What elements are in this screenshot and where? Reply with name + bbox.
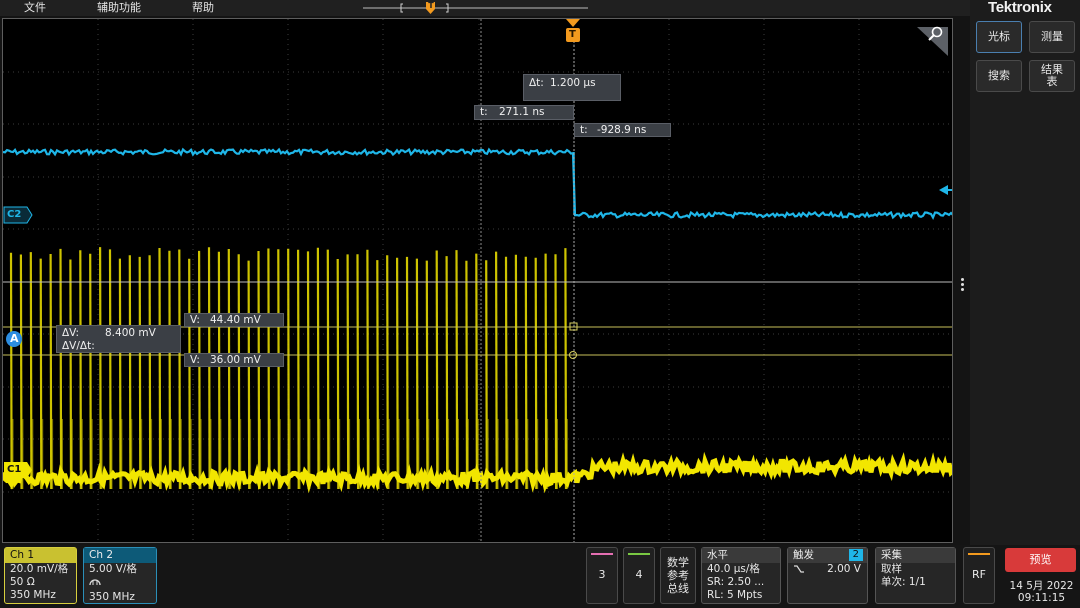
zoom-icon[interactable] <box>928 26 944 42</box>
cursor-a-volt-label: V: <box>190 314 200 326</box>
rf-button[interactable]: RF <box>963 547 995 604</box>
delta-t-label: Δt: <box>529 77 544 89</box>
ch1-label: C1 <box>7 464 22 475</box>
cursor-b-time-readout: t: -928.9 ns <box>574 123 671 137</box>
trigger-badge[interactable]: 触发 2 2.00 V <box>787 547 868 604</box>
math-label: 数学 <box>667 556 689 569</box>
delta-v-slope-label: ΔV/Δt: <box>62 340 95 352</box>
measure-button-label: 测量 <box>1041 30 1063 43</box>
acquisition-title: 采集 <box>876 548 955 563</box>
trigger-position-bar[interactable]: T <box>360 0 592 16</box>
cursor-a-time-value: 271.1 ns <box>499 106 545 118</box>
ch1-badge[interactable]: Ch 1 20.0 mV/格 50 Ω 350 MHz <box>4 547 77 604</box>
tektronix-logo: Tektronix <box>988 0 1052 16</box>
rf-button-label: RF <box>972 568 986 581</box>
panel-collapse-handle[interactable] <box>958 276 966 296</box>
delta-v-value: 8.400 mV <box>105 327 156 339</box>
preview-button-label: 预览 <box>1029 553 1052 566</box>
trigger-title: 触发 <box>793 549 814 561</box>
preview-button[interactable]: 预览 <box>1005 548 1076 572</box>
trigger-label: T <box>569 29 576 40</box>
search-button-label: 搜索 <box>988 69 1010 82</box>
cursor-a-volt-value: 44.40 mV <box>210 314 261 326</box>
results-button-label-2: 表 <box>1046 75 1058 88</box>
cursor-a-time-readout: t: 271.1 ns <box>474 105 574 120</box>
ch1-bandwidth: 350 MHz <box>10 589 56 601</box>
trigger-level-arrow <box>939 185 948 195</box>
trigger-position-marker-label: T <box>428 1 434 10</box>
horizontal-badge[interactable]: 水平 40.0 μs/格 SR: 2.50 ... RL: 5 Mpts <box>701 547 781 604</box>
search-button[interactable]: 搜索 <box>976 60 1022 92</box>
ch4-button-label: 4 <box>635 568 643 581</box>
cursor-button[interactable]: 光标 <box>976 21 1022 53</box>
ch4-button[interactable]: 4 <box>623 547 655 604</box>
falling-edge-icon <box>793 564 805 574</box>
ref-label: 参考 <box>667 569 689 582</box>
horizontal-record-length: RL: 5 Mpts <box>707 589 763 601</box>
delta-v-label: ΔV: <box>62 327 80 339</box>
menu-accessibility[interactable]: 辅助功能 <box>97 0 141 16</box>
ch2-badge-title: Ch 2 <box>84 548 156 563</box>
cursor-a-time-label: t: <box>480 106 488 118</box>
ch2-badge[interactable]: Ch 2 5.00 V/格 350 MHz <box>83 547 157 604</box>
horizontal-scale: 40.0 μs/格 <box>707 563 760 575</box>
cursor-a-volt-readout: V: 44.40 mV <box>184 313 284 327</box>
waveform-graticule <box>3 19 952 542</box>
acquisition-badge[interactable]: 采集 取样 单次: 1/1 <box>875 547 956 604</box>
ch1-waveform <box>3 247 952 494</box>
cursor-source-label: A <box>10 332 19 345</box>
date-display: 14 5月 2022 <box>1009 580 1074 592</box>
delta-t-value: 1.200 μs <box>550 77 596 89</box>
ch2-scale: 5.00 V/格 <box>89 563 137 575</box>
horizontal-title: 水平 <box>702 548 780 563</box>
ch2-label: C2 <box>7 209 22 220</box>
ch1-badge-title: Ch 1 <box>5 548 76 563</box>
cursor-button-label: 光标 <box>988 30 1010 43</box>
ch3-button-label: 3 <box>598 568 606 581</box>
bus-label: 总线 <box>667 582 689 595</box>
results-table-button[interactable]: 结果表 <box>1029 60 1075 92</box>
delta-v-readout: ΔV: 8.400 mV ΔV/Δt: <box>56 325 181 353</box>
trigger-level: 2.00 V <box>827 563 861 575</box>
ch1-scale: 20.0 mV/格 <box>10 563 69 575</box>
ch2-bandwidth: 350 MHz <box>89 591 135 603</box>
trigger-source: 2 <box>848 549 863 561</box>
menu-file[interactable]: 文件 <box>24 0 46 16</box>
trigger-time-marker <box>566 19 580 27</box>
ch2-waveform <box>3 147 952 221</box>
cursor-b-time-label: t: <box>580 124 588 136</box>
acquisition-mode: 取样 <box>881 563 902 575</box>
cursor-b-volt-label: V: <box>190 354 200 366</box>
menu-help[interactable]: 帮助 <box>192 0 214 16</box>
menu-bar: 文件 辅助功能 帮助 T <box>0 0 970 16</box>
cursor-b-time-value: -928.9 ns <box>597 124 647 136</box>
ch1-impedance: 50 Ω <box>10 576 35 588</box>
measure-button[interactable]: 测量 <box>1029 21 1075 53</box>
waveform-display[interactable]: T C2 C1 A Δt: 1.200 μs t: 271.1 ns t: -9… <box>2 18 953 543</box>
ch3-button[interactable]: 3 <box>586 547 618 604</box>
delta-t-readout: Δt: 1.200 μs <box>523 74 621 101</box>
ch2-probe-icon <box>84 576 156 591</box>
horizontal-sample-rate: SR: 2.50 ... <box>707 576 765 588</box>
acquisition-single-count: 单次: 1/1 <box>881 576 926 588</box>
math-ref-bus-button[interactable]: 数学 参考 总线 <box>660 547 696 604</box>
cursor-b-volt-value: 36.00 mV <box>210 354 261 366</box>
time-display: 09:11:15 <box>1017 592 1066 604</box>
cursor-b-volt-readout: V: 36.00 mV <box>184 353 284 367</box>
